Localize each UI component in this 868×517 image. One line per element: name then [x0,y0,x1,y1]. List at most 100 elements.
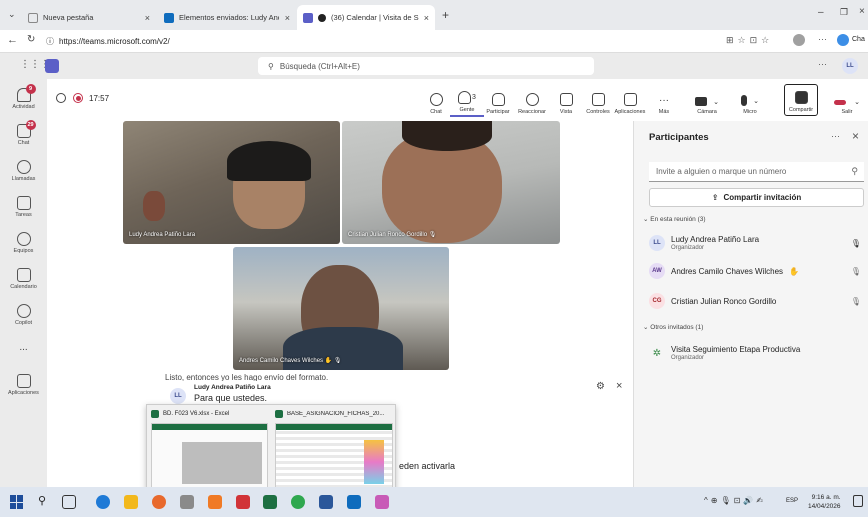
word-icon[interactable] [319,495,333,509]
copilot-icon [16,304,31,318]
system-tray-icons[interactable]: ^⊕🎙⊡🔊✍ [704,496,766,505]
search-input[interactable]: ⚲ Búsqueda (Ctrl+Alt+E) [258,57,594,75]
leave-button[interactable]: ⌄ Salir [827,83,867,117]
task-view-icon[interactable] [62,495,76,509]
badge: 29 [25,120,36,130]
outlook-icon [164,12,174,23]
chrome-icon[interactable] [291,495,305,509]
tab-elementos-enviados[interactable]: Elementos enviados: Ludy Andrea × [158,5,296,30]
browser-actions-icons[interactable]: ⊞☆⊡☆ [726,35,773,46]
button-label: Más [658,109,670,115]
tab-calendar[interactable]: (36) Calendar | Visita de Segu × [297,5,435,30]
input-language[interactable]: ESP [786,498,798,504]
mic-button[interactable]: ⌄ Micro [730,83,770,117]
share-invitation-button[interactable]: ⇪ Compartir invitación [649,188,864,207]
video-tile-andres[interactable]: Andres Camilo Chaves Wilches ✋ 🎙 [233,247,449,370]
start-icon[interactable] [10,495,24,509]
store-icon[interactable] [180,495,194,509]
participant-row[interactable]: AW Andres Camilo Chaves Wilches ✋ 🎙 [634,259,868,283]
view-button[interactable]: Vista [549,83,583,117]
camera-button[interactable]: ⌄ Cámara [687,83,727,117]
profile-label: Cha [852,36,865,43]
people-button[interactable]: 3 Gente [450,83,484,117]
react-button[interactable]: Reaccionar [515,83,549,117]
mic-off-icon: 🎙 [850,296,861,306]
preview-window-bd-f023[interactable]: BD. F023 V6.xlsx - Excel [151,409,268,491]
raise-hand-button[interactable]: Participar [481,83,515,117]
rail-item-actividad[interactable]: 9 Actividad [0,81,47,117]
profile-avatar[interactable] [793,34,805,46]
tab-label: (36) Calendar | Visita de Segu [331,13,419,22]
video-tile-cristian[interactable]: Cristian Julian Ronco Gordillo 🎙 [342,121,560,244]
clock[interactable]: 9:16 a. m. 14/04/2026 [808,493,841,511]
rail-label: Actividad [12,104,35,110]
chat-button[interactable]: Chat [419,83,453,117]
rail-item-aplicaciones[interactable]: Aplicaciones [0,367,47,403]
close-icon[interactable]: × [145,13,150,23]
edge-icon[interactable] [96,495,110,509]
taskbar-preview-popup: BD. F023 V6.xlsx - Excel BASE_ASIGNACION… [146,404,396,494]
participant-row[interactable]: LL Ludy Andrea Patiño Lara Organizador 🎙 [634,231,868,255]
other-invitees-section-header[interactable]: ⌄ Otros invitados (1) [643,323,703,331]
window-close-icon[interactable]: × [859,6,865,17]
rail-item-chat[interactable]: 29 Chat [0,117,47,153]
rail-label: Tareas [15,212,32,218]
participants-panel: Participantes ··· × Invite a alguien o m… [633,121,868,487]
people-count: 3 [472,94,476,101]
invitee-row[interactable]: ✲ Visita Seguimiento Etapa Productiva Org… [634,341,868,365]
notifications-icon[interactable] [853,495,863,507]
close-icon[interactable]: × [285,13,290,23]
tab-list-chevron-icon[interactable]: ⌄ [8,9,16,20]
search-icon[interactable]: ⚲ [38,494,46,507]
video-tile-ludy[interactable]: Ludy Andrea Patiño Lara [123,121,340,244]
more-icon[interactable]: ··· [818,34,827,44]
participant-row[interactable]: CG Cristian Julian Ronco Gordillo 🎙 [634,289,868,313]
rail-item-equipos[interactable]: Equipos [0,225,47,261]
more-button[interactable]: ··· Más [647,83,681,117]
rail-item-copilot[interactable]: Copilot [0,297,47,333]
app-icon[interactable] [375,495,389,509]
caption-close-icon[interactable]: × [616,380,622,392]
button-label: Aplicaciones [614,109,646,115]
invitee-role: Organizador [671,355,705,361]
excel-icon[interactable] [263,495,277,509]
tab-nueva-pestana[interactable]: Nueva pestaña × [22,5,156,30]
teams-app-icon[interactable] [347,495,361,509]
more-icon: ... [19,341,28,353]
new-tab-icon[interactable]: + [442,8,449,22]
panel-close-icon[interactable]: × [852,129,859,143]
firefox-icon[interactable] [152,495,166,509]
brave-icon[interactable] [208,495,222,509]
rail-label: Calendario [10,284,37,290]
caption-sender: Ludy Andrea Patiño Lara [194,384,271,391]
reload-icon[interactable]: ↻ [27,34,35,45]
caption-line: Listo, entonces yo les hago envío del fo… [165,373,329,381]
share-button[interactable]: Compartir [784,84,818,116]
back-icon[interactable]: ← [7,34,18,46]
search-icon: ⚲ [268,61,274,71]
rail-item-llamadas[interactable]: Llamadas [0,153,47,189]
apps-button[interactable]: Aplicaciones [613,83,647,117]
close-icon[interactable]: × [424,13,429,23]
site-info-icon[interactable]: ⓘ [46,36,54,47]
user-avatar[interactable]: LL [842,58,858,74]
shield-icon[interactable] [56,93,66,103]
controls-button[interactable]: Controles [581,83,615,117]
rail-item-calendario[interactable]: Calendario [0,261,47,297]
in-meeting-section-header[interactable]: ⌄ En esta reunión (3) [643,215,706,223]
more-icon[interactable]: ··· [818,59,827,69]
invite-input[interactable]: Invite a alguien o marque un número ⚲ [649,162,864,182]
minimize-icon[interactable]: – [818,7,824,18]
copilot-icon[interactable] [837,34,849,46]
file-explorer-icon[interactable] [124,495,138,509]
caption-text: Para que ustedes. [194,393,268,403]
restore-icon[interactable]: ❐ [840,7,848,18]
url-field[interactable]: ⓘ https://teams.microsoft.com/v2/ [46,33,526,50]
caption-settings-icon[interactable]: ⚙ [596,381,605,392]
more-icon[interactable]: ··· [831,131,840,141]
preview-window-base-asignacion[interactable]: BASE_ASIGNACION_FICHAS_20... [275,409,393,491]
page-icon [28,12,38,23]
acrobat-icon[interactable] [236,495,250,509]
rail-item-tareas[interactable]: Tareas [0,189,47,225]
rail-item-more[interactable]: ... [0,329,47,365]
